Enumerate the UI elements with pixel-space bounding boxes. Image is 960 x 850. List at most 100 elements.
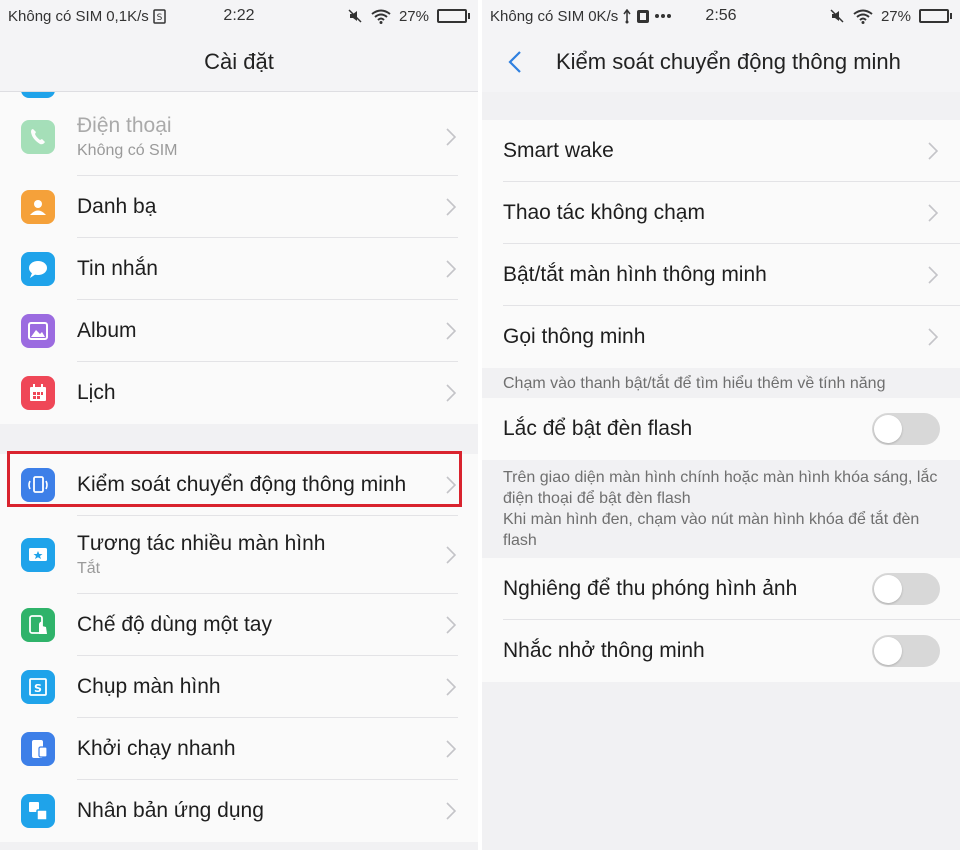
settings-item-text: Nhân bản ứng dụng <box>77 780 458 842</box>
settings-item-one-hand[interactable]: Chế độ dùng một tay <box>0 594 478 656</box>
flash-description: Trên giao diện màn hình chính hoặc màn h… <box>482 460 960 558</box>
settings-group-apps: Điện thoại Không có SIM Danh bạ Tin nhắn Alb… <box>0 98 478 424</box>
settings-item-text: Lịch <box>77 362 458 424</box>
settings-item-album[interactable]: Album <box>0 300 478 362</box>
page-title: Kiểm soát chuyển động thông minh <box>556 49 901 74</box>
settings-item-label: Điện thoại <box>77 113 172 137</box>
chevron-right-icon <box>928 142 939 160</box>
settings-item-subtitle: Không có SIM <box>77 141 178 159</box>
contacts-icon <box>21 190 55 224</box>
settings-item-motion-control[interactable]: Kiểm soát chuyển động thông minh <box>0 454 478 516</box>
battery-percent: 27% <box>398 7 429 25</box>
toggle-knob <box>874 575 902 603</box>
page-title: Cài đặt <box>0 32 478 92</box>
motion-control-screen: Không có SIM 0K/s 2:56 27% Kiểm soát chu… <box>482 0 960 850</box>
motion-item-1[interactable]: Smart wake <box>482 120 960 182</box>
motion-item-label: Bật/tắt màn hình thông minh <box>503 244 960 306</box>
battery-charging-icon <box>919 9 952 23</box>
carrier-text: Không có SIM <box>8 7 103 25</box>
settings-item-label: Lịch <box>77 381 116 404</box>
tilt-zoom-toggle[interactable] <box>872 573 940 605</box>
page-header: Kiểm soát chuyển động thông minh <box>482 32 960 92</box>
svg-text:S: S <box>156 13 162 23</box>
chevron-right-icon <box>446 476 457 494</box>
smart-reminder-row: Nhắc nhở thông minh <box>482 620 960 682</box>
network-speed: 0,1K/s <box>106 7 149 25</box>
shake-flash-toggle[interactable] <box>872 413 940 445</box>
gesture-group: Nghiêng để thu phóng hình ảnh Nhắc nhở t… <box>482 558 960 682</box>
smart-reminder-toggle[interactable] <box>872 635 940 667</box>
settings-item-text: Chụp màn hình <box>77 656 458 718</box>
settings-item-label: Tin nhắn <box>77 256 158 280</box>
settings-item-subtitle: Tắt <box>77 559 101 577</box>
screenshot-icon: S <box>21 670 55 704</box>
motion-item-label: Thao tác không chạm <box>503 182 960 244</box>
motion-nav-group: Smart wake Thao tác không chạm Bật/tắt màn… <box>482 120 960 368</box>
chevron-right-icon <box>446 802 457 820</box>
more-icon <box>654 13 672 19</box>
motion-control-icon <box>21 468 55 502</box>
motion-item-3[interactable]: Bật/tắt màn hình thông minh <box>482 244 960 306</box>
settings-item-label: Chụp màn hình <box>77 674 221 698</box>
back-arrow-icon[interactable] <box>504 50 528 74</box>
settings-screen: Không có SIM 0,1K/s S 2:22 27% Cài đặt Đ… <box>0 0 478 850</box>
motion-item-label: Gọi thông minh <box>503 325 646 348</box>
settings-item-label: Tương tác nhiều màn hình <box>77 531 326 555</box>
chevron-right-icon <box>446 616 457 634</box>
settings-item-calendar[interactable]: Lịch <box>0 362 478 424</box>
settings-item-text: Danh bạ <box>77 176 458 238</box>
settings-item-label: Danh bạ <box>77 194 157 218</box>
settings-item-text: Chế độ dùng một tay <box>77 594 458 656</box>
sim-icon: S <box>153 8 166 24</box>
settings-item-screenshot[interactable]: S Chụp màn hình <box>0 656 478 718</box>
phone-icon <box>21 120 55 154</box>
settings-item-text: Kiểm soát chuyển động thông minh <box>77 454 458 516</box>
settings-item-text: Tin nhắn <box>77 238 458 300</box>
settings-item-multiscreen[interactable]: Tương tác nhiều màn hình Tắt <box>0 516 478 594</box>
group-divider <box>0 424 478 454</box>
chevron-right-icon <box>446 678 457 696</box>
settings-item-text: Khởi chạy nhanh <box>77 718 458 780</box>
flash-group: Lắc để bật đèn flash <box>482 398 960 460</box>
settings-item-contacts[interactable]: Danh bạ <box>0 176 478 238</box>
svg-text:S: S <box>34 682 42 695</box>
notification-icon <box>636 9 650 24</box>
flash-description-line2: Khi màn hình đen, chạm vào nút màn hình … <box>503 511 920 549</box>
quick-launch-icon <box>21 732 55 766</box>
network-speed: 0K/s <box>588 7 619 25</box>
motion-item-2[interactable]: Thao tác không chạm <box>482 182 960 244</box>
status-bar: Không có SIM 0,1K/s S 2:22 27% <box>0 0 478 32</box>
app-clone-icon <box>21 794 55 828</box>
top-gap <box>482 92 960 120</box>
settings-item-message[interactable]: Tin nhắn <box>0 238 478 300</box>
chevron-right-icon <box>446 546 457 564</box>
chevron-right-icon <box>446 384 457 402</box>
settings-item-app-clone[interactable]: Nhân bản ứng dụng <box>0 780 478 842</box>
settings-item-label: Khởi chạy nhanh <box>77 736 236 760</box>
chevron-right-icon <box>446 322 457 340</box>
motion-item-4[interactable]: Gọi thông minh <box>482 306 960 368</box>
settings-item-text: Album <box>77 300 458 362</box>
mute-icon <box>829 8 845 24</box>
flash-description-line1: Trên giao diện màn hình chính hoặc màn h… <box>503 469 938 507</box>
battery-percent: 27% <box>880 7 911 25</box>
chevron-right-icon <box>928 204 939 222</box>
multiscreen-icon <box>21 538 55 572</box>
calendar-icon <box>21 376 55 410</box>
message-icon <box>21 252 55 286</box>
settings-item-label: Kiểm soát chuyển động thông minh <box>77 472 407 496</box>
chevron-right-icon <box>446 198 457 216</box>
toggle-knob <box>874 637 902 665</box>
settings-item-text: Điện thoại Không có SIM <box>77 98 458 176</box>
wifi-icon <box>853 9 873 24</box>
settings-item-label: Chế độ dùng một tay <box>77 612 272 636</box>
settings-item-text: Tương tác nhiều màn hình Tắt <box>77 516 458 594</box>
album-icon <box>21 314 55 348</box>
settings-item-quick-launch[interactable]: Khởi chạy nhanh <box>0 718 478 780</box>
battery-icon <box>437 9 470 23</box>
toggle-hint: Chạm vào thanh bật/tắt để tìm hiểu thêm … <box>482 368 960 398</box>
one-hand-icon <box>21 608 55 642</box>
chevron-right-icon <box>446 740 457 758</box>
chevron-right-icon <box>446 128 457 146</box>
settings-item-phone[interactable]: Điện thoại Không có SIM <box>0 98 478 176</box>
